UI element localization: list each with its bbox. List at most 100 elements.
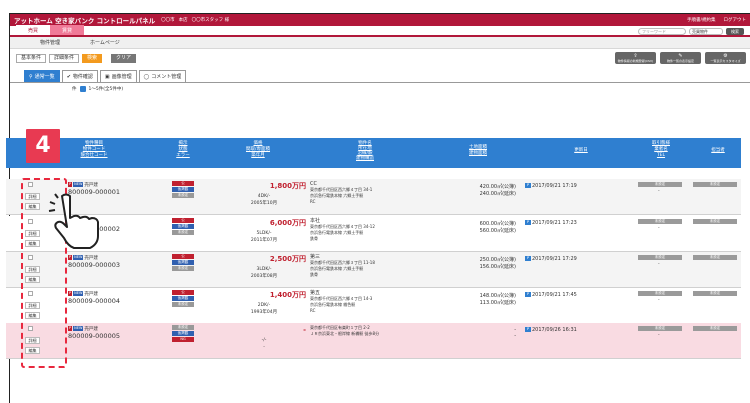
status-publish: 未設定 — [172, 325, 194, 330]
tab-image-management[interactable]: ▣ 画像管理 — [99, 70, 137, 82]
comment-icon: ◯ — [143, 73, 150, 80]
updated-date: 2017/09/21 17:23 — [532, 220, 577, 226]
main-nav: 売買 賃貸 フリーワード 売買物件 検索 — [10, 25, 750, 37]
header-updated[interactable]: 更新日 — [568, 148, 594, 154]
new-badge: NEW — [73, 255, 84, 260]
list-setting-button[interactable]: ✎ 物件一覧の表示設定 — [660, 52, 701, 64]
search-type-select[interactable]: 売買物件 — [689, 28, 723, 35]
manual-link[interactable]: 手順書/規約集 — [687, 17, 716, 23]
header-type-code[interactable]: 物件種目 物件コード 競合仕コード — [64, 141, 124, 159]
tab-comment-management-label: コメント管理 — [151, 74, 182, 80]
search-icon: ⚲ — [29, 73, 33, 80]
filter-search-button[interactable]: 検索 — [82, 53, 103, 63]
area-block: 420.00㎡(公簿) 240.00㎡(延床) — [430, 183, 516, 197]
updated-block: P 2017/09/21 17:29 — [525, 256, 605, 262]
count-unit: 件 — [72, 87, 77, 92]
menu-property-management[interactable]: 物件管理 — [40, 39, 60, 46]
layout: 2DK/- — [257, 303, 271, 308]
status-state: 仮掲載 — [172, 260, 194, 265]
status-badges: 公 仮掲載 未設定 — [172, 290, 194, 308]
price: - — [303, 326, 306, 334]
customize-button[interactable]: ⚙ 一覧表示カスタマイズ — [705, 52, 746, 64]
price-block: 1,400万円 — [226, 291, 306, 300]
header-area[interactable]: 土地面積 建物面積 — [460, 145, 496, 157]
count-row: 件 1〜5件(全5件中) — [10, 83, 750, 95]
tab-property-check[interactable]: ✔ 物件確認 — [61, 70, 98, 82]
image-icon: ▣ — [104, 73, 110, 80]
header-error: エラー — [176, 153, 190, 158]
property-code[interactable]: 800009-000004 — [68, 298, 120, 305]
built-date: 2011年07月 — [250, 238, 278, 243]
status-state: 仮掲載 — [172, 331, 194, 336]
property-info: 東京都千代田区有楽町１丁目 2-2 ＪＲ京浜東北・根岸線 新橋駅 徒歩8分 — [310, 325, 420, 337]
header-name[interactable]: 物件名 所在地 沿線/駅 建物構造 — [342, 141, 388, 161]
building-area: 560.00㎡(延床) — [479, 228, 516, 234]
price: 1,800万円 — [269, 182, 306, 190]
tab-sale[interactable]: 売買 — [16, 25, 50, 35]
building-area: 156.00㎡(延床) — [479, 264, 516, 270]
deal-type: 未設定 — [638, 219, 682, 224]
status-publish: 公 — [172, 218, 194, 223]
property-code[interactable]: 800009-000003 — [68, 262, 120, 269]
price: 1,400万円 — [269, 291, 306, 299]
layout: 5LDK/- — [256, 231, 272, 236]
status-error: 未設定 — [172, 230, 194, 235]
tab-image-management-label: 画像管理 — [111, 74, 132, 80]
header-competitor-code: 競合仕コード — [80, 153, 108, 158]
property-structure: RC — [310, 199, 316, 204]
header-status[interactable]: 掲示 状態 エラー — [172, 141, 194, 159]
price: 2,500万円 — [269, 255, 306, 263]
property-info: CC 東京都千代田区西六郷４丁目 34-1 京浜急行電鉄本線 六郷土手駅 RC — [310, 181, 420, 205]
tab-comment-management[interactable]: ◯ コメント管理 — [138, 70, 187, 82]
logout-link[interactable]: ログアウト — [724, 17, 747, 23]
property-info: 本社 東京都千代田区西六郷４丁目 34-12 京浜急行電鉄本線 六郷土手駅 鉄骨 — [310, 218, 420, 242]
status-publish: 公 — [172, 290, 194, 295]
land-area: 420.00㎡(公簿) — [479, 184, 516, 190]
clear-button[interactable]: クリア — [111, 53, 137, 63]
city-label: 〇〇市 — [161, 18, 175, 23]
status-error: 未設定 — [172, 266, 194, 271]
header-structure: 建物構造 — [356, 156, 374, 161]
deal-dash: - — [658, 226, 660, 231]
header-building: 建物面積 — [469, 151, 487, 156]
property-code[interactable]: 800009-000005 — [68, 333, 120, 340]
search-button[interactable]: 検索 — [726, 28, 744, 35]
status-state: 仮掲載 — [172, 296, 194, 301]
price: 6,000万円 — [269, 219, 306, 227]
p-icon: P — [525, 220, 531, 225]
status-state: 仮掲載 — [172, 187, 194, 192]
deal-dash: - — [658, 189, 660, 194]
updated-block: P 2017/09/21 17:19 — [525, 183, 605, 189]
built-date: - — [263, 345, 265, 350]
header-staff[interactable]: 担当者 — [706, 148, 730, 154]
search-input[interactable]: フリーワード — [638, 28, 686, 35]
layout: 3LDK/- — [256, 267, 272, 272]
deal-type: 未設定 — [638, 255, 682, 260]
detail-conditions-button[interactable]: 詳細条件 — [49, 53, 80, 63]
header-deal[interactable]: 取引態様 業者名 TEL — [646, 141, 676, 159]
area-block: 250.00㎡(公簿) 156.00㎡(延床) — [430, 256, 516, 270]
header-tel: TEL — [656, 153, 666, 158]
p-badge: P — [68, 182, 73, 187]
property-structure: 鉄骨 — [310, 236, 318, 241]
staff: 未設定 — [693, 255, 737, 260]
sub-nav: 物件管理 ホームページ — [10, 37, 750, 49]
check-icon: ✔ — [66, 73, 71, 80]
header-price[interactable]: 価格 間取/専面積 築年月 — [238, 141, 278, 159]
table-row: 詳細 編集 P NEW 売戸建 800009-000003 公 仮掲載 未設定 2,… — [6, 252, 741, 288]
menu-homepage[interactable]: ホームページ — [90, 39, 120, 46]
status-badges: 公 仮掲載 未設定 — [172, 218, 194, 236]
price-block: 6,000万円 — [226, 219, 306, 228]
area-block: - - — [430, 327, 516, 339]
staff: 未設定 — [693, 182, 737, 187]
p-icon: P — [525, 256, 531, 261]
view-tabs: ⚲ 通常一覧 ✔ 物件確認 ▣ 画像管理 ◯ コメント管理 — [10, 67, 750, 83]
basic-conditions-button[interactable]: 基本条件 — [16, 53, 47, 63]
tab-normal-list[interactable]: ⚲ 通常一覧 — [24, 70, 60, 82]
deal-dash: - — [658, 298, 660, 303]
tab-rent[interactable]: 賃貸 — [50, 25, 84, 35]
count-select-checkbox[interactable] — [79, 86, 86, 92]
staff: 未設定 — [693, 326, 737, 331]
land-area: 600.00㎡(公簿) — [479, 221, 516, 227]
csv-register-button[interactable]: ⇪ 物件情報の新規登録(CSV) — [615, 52, 656, 64]
